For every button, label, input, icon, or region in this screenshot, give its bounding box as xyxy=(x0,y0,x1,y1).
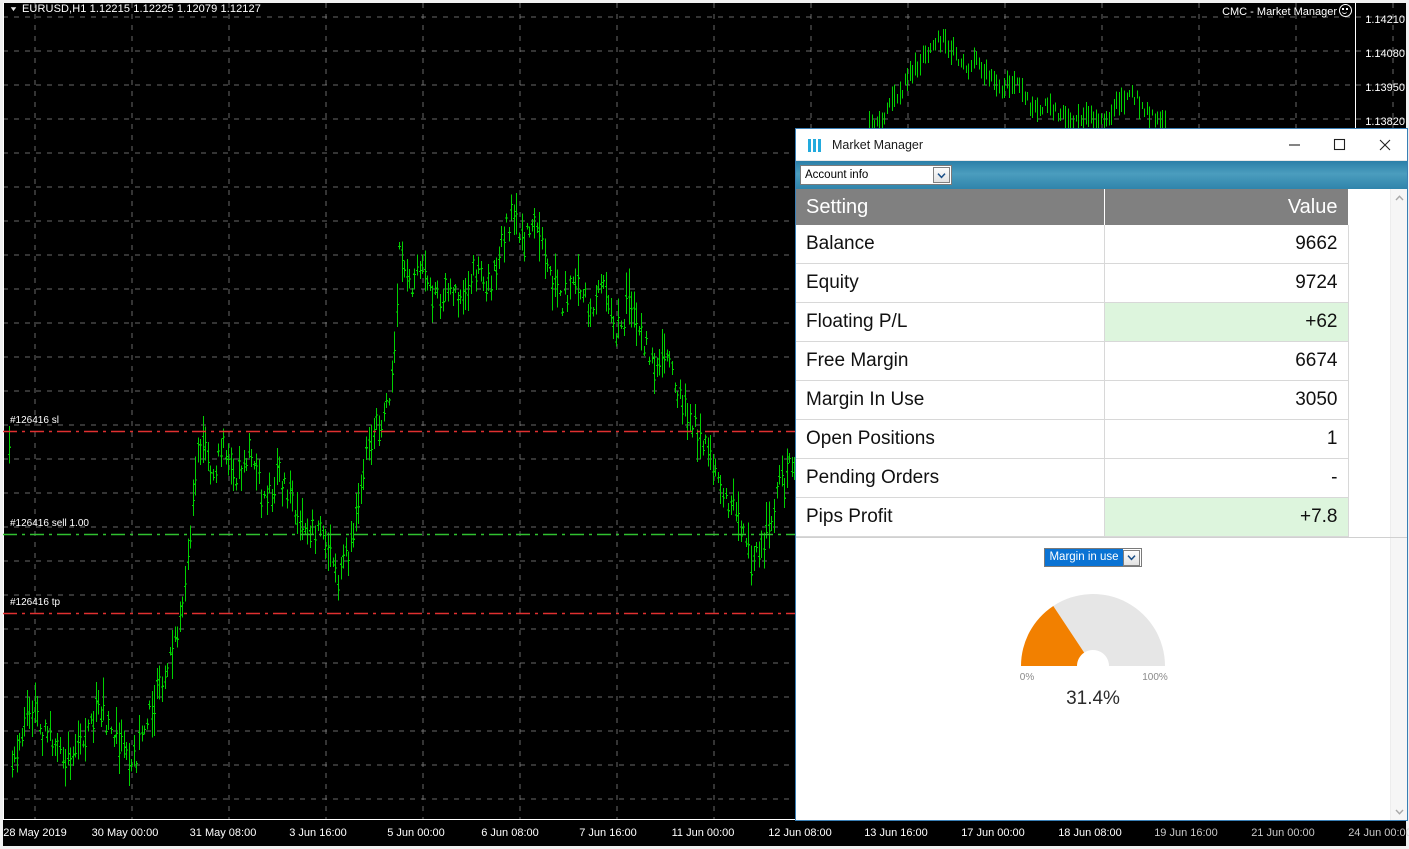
column-header-setting[interactable]: Setting xyxy=(796,189,1105,225)
gauge-chart: 0% 100% xyxy=(796,566,1390,691)
price-axis-label: 1.13820 xyxy=(1365,116,1405,128)
price-axis-label: 1.14210 xyxy=(1365,14,1405,26)
gauge-metric-dropdown-value: Margin in use xyxy=(1045,549,1123,566)
gauge-panel: Margin in use 0% 100% 31.4% xyxy=(796,537,1407,820)
cell-setting: Balance xyxy=(796,225,1105,264)
chart-symbol-text: EURUSD,H1 1.12215 1.12225 1.12079 1.1212… xyxy=(22,3,261,15)
table-row[interactable]: Free Margin 6674 xyxy=(796,341,1349,381)
cell-setting: Equity xyxy=(796,263,1105,303)
gauge-metric-dropdown[interactable]: Margin in use xyxy=(1044,548,1142,567)
time-axis-label: 18 Jun 08:00 xyxy=(1058,827,1122,839)
window-body: Setting Value Balance 9662 Equity 9724 Float… xyxy=(796,189,1407,820)
chart-corner-label: CMC - Market Manager xyxy=(1222,4,1352,18)
time-axis-label: 24 Jun 00:00 xyxy=(1348,827,1409,839)
window-title: Market Manager xyxy=(832,137,924,152)
gauge-value-label: 31.4% xyxy=(1066,688,1120,709)
time-axis-label: 7 Jun 16:00 xyxy=(579,827,637,839)
table-row[interactable]: Pips Profit +7.8 xyxy=(796,497,1349,537)
maximize-button[interactable] xyxy=(1317,130,1362,160)
cell-setting: Floating P/L xyxy=(796,302,1105,342)
time-axis-label: 21 Jun 00:00 xyxy=(1251,827,1315,839)
cell-value: - xyxy=(1104,458,1349,498)
table-row[interactable]: Pending Orders - xyxy=(796,458,1349,498)
time-axis-label: 6 Jun 08:00 xyxy=(481,827,539,839)
time-axis-label: 19 Jun 16:00 xyxy=(1154,827,1218,839)
account-info-dropdown[interactable]: Account info xyxy=(800,165,952,185)
order-line-label[interactable]: #126416 sell 1.00 xyxy=(10,518,89,529)
time-axis-label: 13 Jun 16:00 xyxy=(864,827,928,839)
price-axis-label: 1.13950 xyxy=(1365,82,1405,94)
price-axis-label: 1.14080 xyxy=(1365,48,1405,60)
cell-setting: Margin In Use xyxy=(796,380,1105,420)
table-row[interactable]: Open Positions 1 xyxy=(796,419,1349,459)
cell-value: +62 xyxy=(1104,302,1349,342)
market-manager-window[interactable]: Market Manager Account info Setting Valu… xyxy=(795,128,1408,821)
cell-value: 1 xyxy=(1104,419,1349,459)
table-row[interactable]: Margin In Use 3050 xyxy=(796,380,1349,420)
time-axis-label: 31 May 08:00 xyxy=(189,827,257,839)
cell-value: 3050 xyxy=(1104,380,1349,420)
order-line-label[interactable]: #126416 tp xyxy=(10,597,60,608)
time-axis-label: 5 Jun 00:00 xyxy=(387,827,445,839)
chart-corner-text: CMC - Market Manager xyxy=(1222,6,1337,18)
table-scrollbar[interactable] xyxy=(1390,189,1407,537)
bar-chart-icon xyxy=(808,138,823,152)
cell-setting: Open Positions xyxy=(796,419,1105,459)
cell-value: 9662 xyxy=(1104,225,1349,264)
cell-setting: Free Margin xyxy=(796,341,1105,381)
time-axis-label: 30 May 00:00 xyxy=(91,827,159,839)
table-row[interactable]: Balance 9662 xyxy=(796,225,1349,264)
chevron-down-icon[interactable] xyxy=(933,167,950,183)
smiley-icon xyxy=(1339,4,1352,17)
window-toolbar[interactable]: Account info xyxy=(796,161,1407,189)
chevron-down-icon[interactable] xyxy=(1122,549,1140,566)
time-axis-label: 17 Jun 00:00 xyxy=(961,827,1025,839)
gauge-max-label: 100% xyxy=(1142,672,1168,683)
time-axis-label: 11 Jun 00:00 xyxy=(671,827,735,839)
cell-value: 9724 xyxy=(1104,263,1349,303)
scroll-up-icon[interactable] xyxy=(1391,189,1407,206)
chart-symbol-label: ▼ EURUSD,H1 1.12215 1.12225 1.12079 1.121… xyxy=(8,3,261,15)
cell-setting: Pending Orders xyxy=(796,458,1105,498)
cell-setting: Pips Profit xyxy=(796,497,1105,537)
cell-value: 6674 xyxy=(1104,341,1349,381)
account-info-table: Setting Value Balance 9662 Equity 9724 Float… xyxy=(796,189,1349,537)
table-header-row: Setting Value xyxy=(796,189,1349,225)
chart-collapse-caret[interactable]: ▼ xyxy=(9,5,18,12)
panel-scrollbar[interactable] xyxy=(1390,538,1407,820)
time-axis-label: 28 May 2019 xyxy=(3,827,67,839)
time-axis-label: 12 Jun 08:00 xyxy=(768,827,832,839)
account-info-table-zone: Setting Value Balance 9662 Equity 9724 Float… xyxy=(796,189,1407,537)
time-axis: 28 May 2019 30 May 00:00 31 May 08:00 3 Jun… xyxy=(3,822,1409,846)
table-row[interactable]: Equity 9724 xyxy=(796,263,1349,303)
window-titlebar[interactable]: Market Manager xyxy=(796,129,1407,161)
column-header-value[interactable]: Value xyxy=(1104,189,1349,225)
account-info-dropdown-value: Account info xyxy=(805,169,869,181)
table-row[interactable]: Floating P/L +62 xyxy=(796,302,1349,342)
time-axis-label: 3 Jun 16:00 xyxy=(289,827,347,839)
scroll-down-icon[interactable] xyxy=(1391,803,1407,820)
minimize-button[interactable] xyxy=(1272,130,1317,160)
order-line-label[interactable]: #126416 sl xyxy=(10,415,59,426)
cell-value: +7.8 xyxy=(1104,497,1349,537)
close-button[interactable] xyxy=(1362,130,1407,160)
gauge-min-label: 0% xyxy=(1020,672,1035,683)
